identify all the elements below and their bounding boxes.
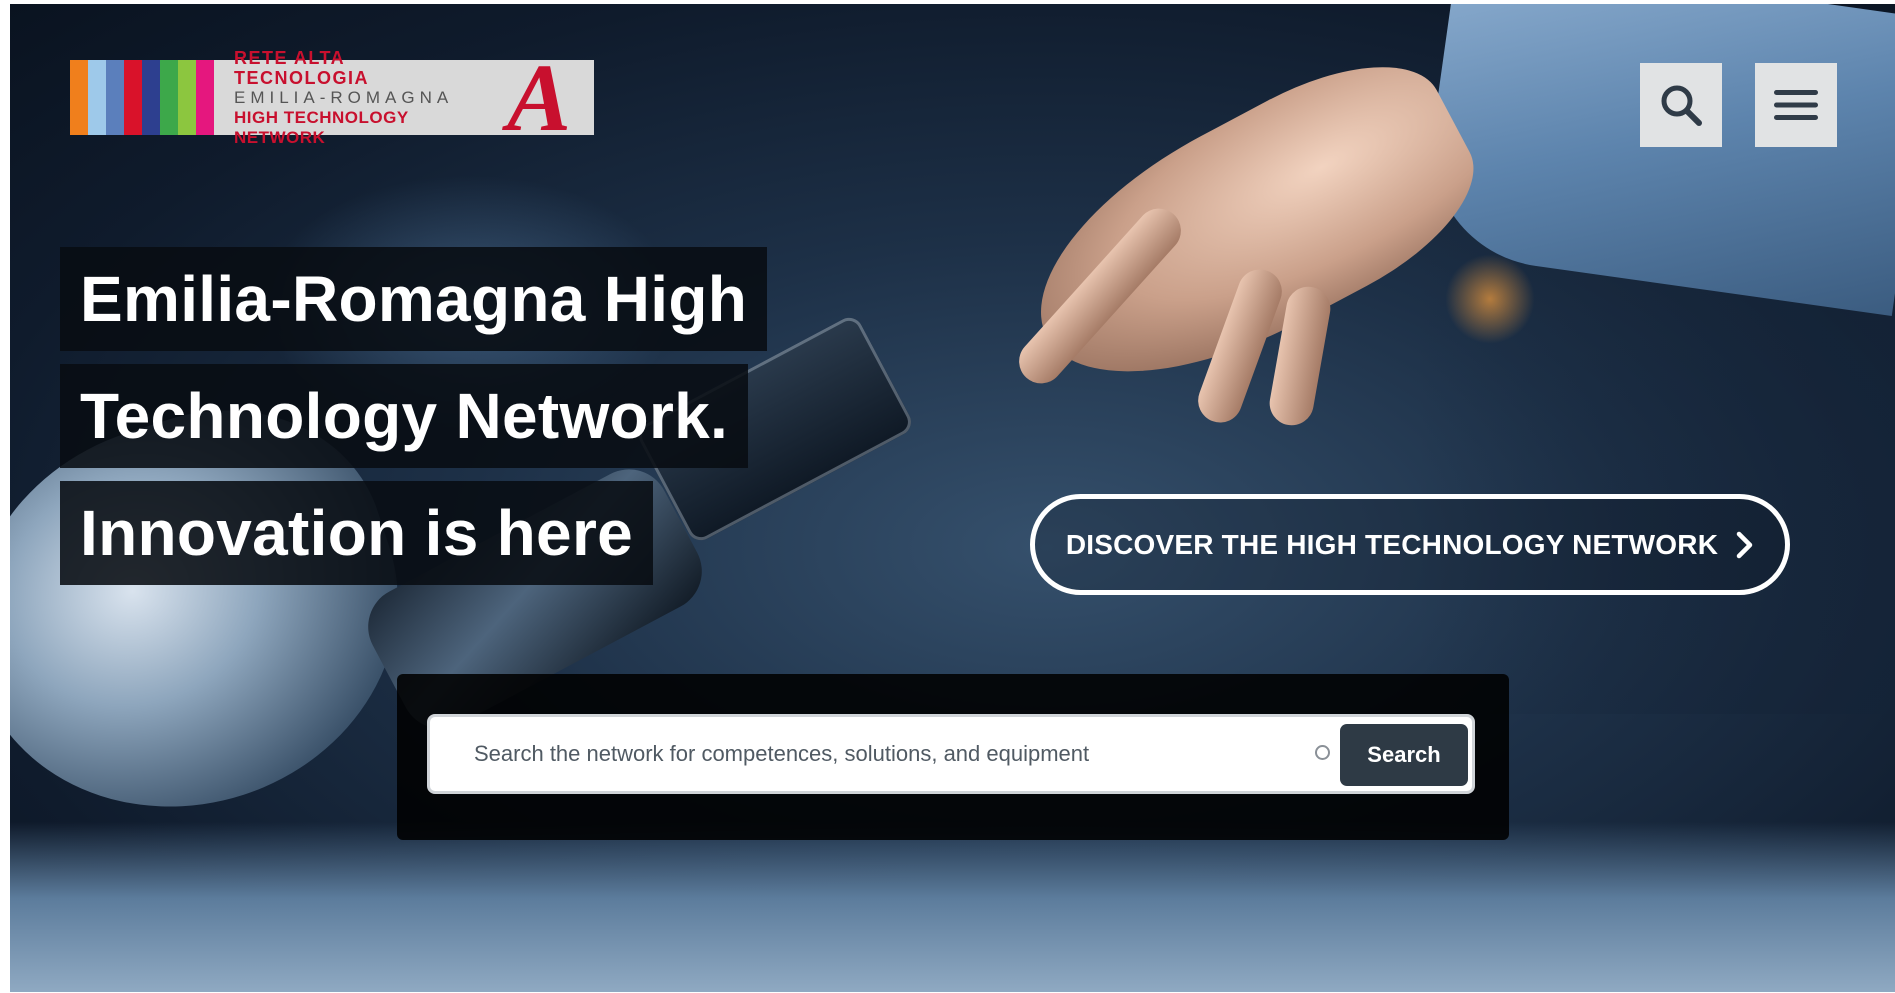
discover-button-label: DISCOVER THE HIGH TECHNOLOGY NETWORK bbox=[1065, 528, 1719, 560]
header-search-button[interactable] bbox=[1640, 63, 1722, 147]
logo-stripe bbox=[106, 60, 124, 135]
search-submit-button[interactable]: Search bbox=[1340, 724, 1468, 786]
hamburger-menu-icon bbox=[1774, 90, 1818, 120]
background-lamp bbox=[1445, 254, 1535, 344]
logo-line-3: HIGH TECHNOLOGY NETWORK bbox=[234, 107, 409, 147]
logo-line-2: EMILIA-ROMAGNA bbox=[234, 87, 454, 107]
logo-stripe bbox=[196, 60, 214, 135]
network-search-input[interactable] bbox=[444, 725, 1324, 783]
logo-stripe bbox=[142, 60, 160, 135]
search-icon bbox=[1661, 85, 1702, 126]
chevron-right-icon bbox=[1736, 531, 1753, 558]
logo-stripe bbox=[178, 60, 196, 135]
logo-color-stripes bbox=[70, 60, 214, 135]
search-panel: Search bbox=[397, 674, 1509, 840]
site-logo[interactable]: RETE ALTA TECNOLOGIA EMILIA-ROMAGNA HIGH… bbox=[70, 48, 594, 147]
logo-stripe bbox=[160, 60, 178, 135]
logo-text: RETE ALTA TECNOLOGIA EMILIA-ROMAGNA HIGH… bbox=[214, 48, 484, 147]
logo-stripe bbox=[70, 60, 88, 135]
headline-line-3: Innovation is here bbox=[60, 481, 654, 585]
logo-stripe bbox=[88, 60, 106, 135]
headline-line-2: Technology Network. bbox=[60, 364, 749, 468]
background-floor bbox=[10, 822, 1895, 992]
search-option-radio[interactable] bbox=[1315, 745, 1330, 760]
header-menu-button[interactable] bbox=[1755, 63, 1837, 147]
logo-line-1: RETE ALTA TECNOLOGIA bbox=[234, 47, 369, 88]
hero-headline: Emilia-Romagna High Technology Network. … bbox=[60, 247, 768, 598]
headline-line-1: Emilia-Romagna High bbox=[60, 247, 768, 351]
discover-network-button[interactable]: DISCOVER THE HIGH TECHNOLOGY NETWORK bbox=[1030, 494, 1790, 595]
logo-stripe bbox=[124, 60, 142, 135]
network-search-form: Search bbox=[427, 714, 1475, 794]
logo-letter-mark: A bbox=[506, 60, 572, 135]
